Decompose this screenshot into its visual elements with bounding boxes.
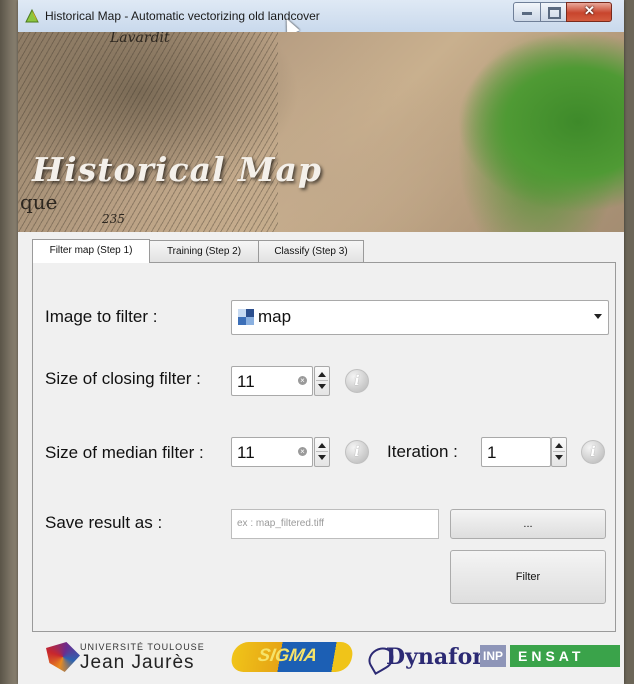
arrow-up-icon[interactable] xyxy=(555,443,563,448)
map-number-label: 235 xyxy=(102,212,125,226)
minimize-button[interactable] xyxy=(513,2,541,22)
iteration-stepper[interactable] xyxy=(551,437,567,467)
map-place-label: Lavardit xyxy=(110,32,170,46)
median-filter-label: Size of median filter : xyxy=(45,443,204,462)
iteration-label: Iteration : xyxy=(387,442,458,461)
median-filter-stepper[interactable] xyxy=(314,437,330,467)
raster-layer-icon xyxy=(238,309,254,325)
median-filter-input[interactable]: 11 × xyxy=(231,437,313,467)
map-fragment-label: que xyxy=(20,190,58,214)
closing-filter-input[interactable]: 11 × xyxy=(231,366,313,396)
maximize-icon xyxy=(548,7,561,19)
partner-logos: UNIVERSITÉ TOULOUSE Jean Jaurès SIGMA Dy… xyxy=(18,634,624,684)
sigma-logo: SIGMA xyxy=(229,642,355,672)
image-to-filter-select[interactable]: map xyxy=(231,300,609,335)
save-result-label: Save result as : xyxy=(45,513,163,532)
clear-icon[interactable]: × xyxy=(298,376,307,385)
plugin-window: Historical Map - Automatic vectorizing o… xyxy=(18,0,624,684)
closing-filter-stepper[interactable] xyxy=(314,366,330,396)
arrow-down-icon[interactable] xyxy=(555,455,563,460)
ut-jean-jaures-logo-icon xyxy=(46,642,80,672)
close-icon: ✕ xyxy=(584,3,595,18)
title-bar[interactable]: Historical Map - Automatic vectorizing o… xyxy=(18,0,624,33)
arrow-up-icon[interactable] xyxy=(318,443,326,448)
dynafor-logo: Dynafor xyxy=(386,644,484,670)
ensat-logo: ENSAT xyxy=(510,645,620,667)
save-result-field[interactable] xyxy=(231,509,439,539)
iteration-input[interactable]: 1 xyxy=(481,437,551,467)
median-filter-info-icon[interactable]: i xyxy=(345,440,369,464)
desktop-background-right xyxy=(624,0,634,684)
maximize-button[interactable] xyxy=(540,2,567,22)
closing-filter-value: 11 xyxy=(237,372,255,391)
image-to-filter-value: map xyxy=(258,307,292,326)
qgis-app-icon xyxy=(25,8,39,23)
median-filter-value: 11 xyxy=(237,443,255,462)
historical-map-banner: Lavardit Historical Map que 235 xyxy=(18,32,624,232)
browse-button[interactable]: ... xyxy=(450,509,606,539)
iteration-value: 1 xyxy=(487,443,497,462)
tab-training[interactable]: Training (Step 2) xyxy=(149,240,259,262)
filter-button[interactable]: Filter xyxy=(450,550,606,604)
banner-title: Historical Map xyxy=(32,150,322,189)
close-button[interactable]: ✕ xyxy=(566,2,612,22)
minimize-icon xyxy=(522,12,532,15)
ut-logo-small-text: UNIVERSITÉ TOULOUSE xyxy=(80,642,205,652)
desktop-background-left xyxy=(0,0,18,684)
ut-logo-big-text: Jean Jaurès xyxy=(80,652,195,673)
tab-filter-map[interactable]: Filter map (Step 1) xyxy=(32,239,150,263)
closing-filter-info-icon[interactable]: i xyxy=(345,369,369,393)
save-result-input[interactable] xyxy=(232,510,438,536)
sigma-logo-text: SIGMA xyxy=(256,645,320,665)
inp-logo: INP xyxy=(480,645,506,667)
clear-icon[interactable]: × xyxy=(298,447,307,456)
chevron-down-icon xyxy=(594,314,602,319)
arrow-up-icon[interactable] xyxy=(318,372,326,377)
arrow-down-icon[interactable] xyxy=(318,384,326,389)
image-to-filter-label: Image to filter : xyxy=(45,307,158,326)
arrow-down-icon[interactable] xyxy=(318,455,326,460)
iteration-info-icon[interactable]: i xyxy=(581,440,605,464)
tab-classify[interactable]: Classify (Step 3) xyxy=(258,240,364,262)
closing-filter-label: Size of closing filter : xyxy=(45,369,201,388)
window-title: Historical Map - Automatic vectorizing o… xyxy=(45,9,320,23)
